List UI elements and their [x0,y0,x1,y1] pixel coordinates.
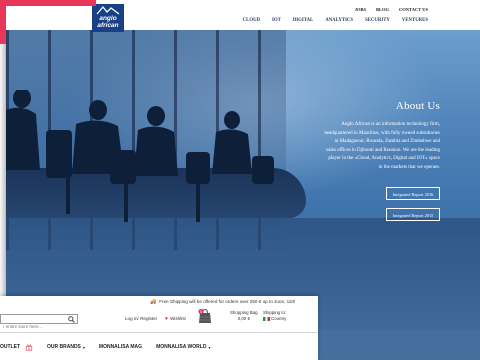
shipping-country: Country [271,316,287,321]
chevron-down-icon: ▾ [82,344,85,350]
search-icon[interactable] [68,316,75,323]
nav-ventures[interactable]: VENTURES [402,18,428,23]
login-register-link[interactable]: Log in/ Register [125,316,157,321]
wishlist-link[interactable]: ♥ Wishlist [165,316,186,322]
logo-text-line2: african [97,22,119,29]
nav-iot[interactable]: IOT [272,18,281,23]
store-main-nav: OUTLET OUR BRANDS ▾ MONNALISA MAG MONNAL… [0,343,224,351]
bag-count-badge: 0 [200,310,202,314]
search-box [0,314,78,331]
meeting-silhouettes-image [6,90,274,222]
integrated-report-2016-button[interactable]: Integrated Report 2016 [386,186,440,200]
main-nav: CLOUD IOT DIGITAL ANALYTICS SECURITY VEN… [243,18,428,23]
nav-our-brands-label: OUR BRANDS [47,344,81,350]
nav-monnalisa-mag[interactable]: MONNALISA MAG [99,344,142,350]
delivery-truck-icon: 🚚 [150,299,157,305]
nav-outlet-label: OUTLET [0,344,20,350]
nav-cloud[interactable]: CLOUD [243,18,260,23]
free-shipping-text: Free Shipping will be offered for orders… [159,299,296,304]
free-shipping-banner: 🚚 Free Shipping will be offered for order… [150,299,295,305]
integrated-report-2015-button[interactable]: Integrated Report 2015 [386,207,440,221]
shopping-bag-amount: 0,00 € [237,316,250,321]
chevron-down-icon: ▾ [208,344,211,350]
link-blog[interactable]: BLOG [376,7,389,12]
background-page-band [0,0,96,6]
gift-icon [25,344,33,351]
about-us-section: About Us Anglo African is an information… [324,100,440,221]
header-divider [0,332,318,333]
search-input[interactable] [1,322,65,331]
about-us-title: About Us [395,100,440,112]
background-page-edge [0,0,6,44]
logo-mark-icon [96,6,120,15]
nav-security[interactable]: SECURITY [365,18,390,23]
nav-digital[interactable]: DIGITAL [293,18,313,23]
italy-flag-icon [263,316,270,321]
shopping-bag-icon[interactable]: 0 [197,308,213,324]
wishlist-label: Wishlist [169,316,186,321]
about-us-text: Anglo African is an information technolo… [324,122,440,170]
logo-text-line1: anglo [99,15,117,22]
shipping-country-selector[interactable]: Shipping to: Country [263,310,286,322]
nav-monnalisa-world-label: MONNALISA WORLD [156,344,207,350]
link-jobs[interactable]: JOBS [355,7,366,12]
top-links: JOBS BLOG CONTACT US [355,7,428,12]
nav-monnalisa-world[interactable]: MONNALISA WORLD ▾ [156,344,210,350]
monnalisa-store-page: 🚚 Free Shipping will be offered for order… [0,296,318,360]
heart-icon: ♥ [165,316,168,322]
nav-outlet[interactable]: OUTLET [0,343,33,351]
shopping-bag-summary[interactable]: Shopping Bag 0,00 € [230,310,258,322]
nav-our-brands[interactable]: OUR BRANDS ▾ [47,344,85,350]
nav-analytics[interactable]: ANALYTICS [325,18,353,23]
link-contact-us[interactable]: CONTACT US [399,7,428,12]
anglo-african-logo[interactable]: anglo african [92,4,124,32]
nav-monnalisa-mag-label: MONNALISA MAG [98,344,143,350]
